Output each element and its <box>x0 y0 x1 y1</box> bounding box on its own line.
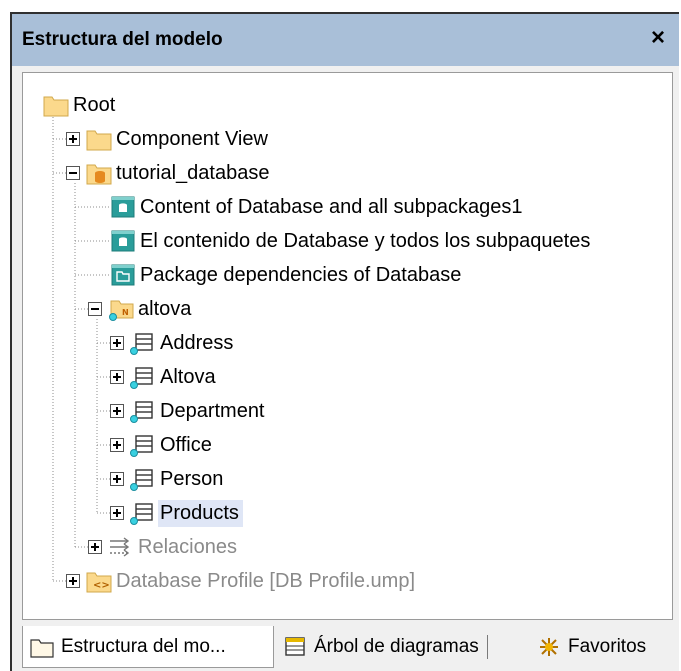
expand-toggle[interactable] <box>110 472 124 486</box>
tab-bar: Estructura del mo... Árbol de diagramas … <box>12 626 679 671</box>
tree-item-label: tutorial_database <box>116 161 270 184</box>
tree-item-table[interactable]: Address <box>110 328 233 358</box>
tree-item-label: Package dependencies of Database <box>140 263 462 286</box>
table-icon <box>130 365 156 389</box>
tab-label: Favoritos <box>568 636 647 657</box>
tree-item-table[interactable]: Altova <box>110 362 216 392</box>
tree-item-label: Root <box>73 93 116 116</box>
expand-toggle[interactable] <box>110 370 124 384</box>
database-diagram-icon <box>110 195 136 219</box>
tree-item-table[interactable]: Person <box>110 464 223 494</box>
expand-toggle[interactable] <box>110 404 124 418</box>
close-icon[interactable]: × <box>645 24 671 52</box>
tree-item-relations[interactable]: Relaciones <box>88 532 237 562</box>
tree-item-diagram-dependencies[interactable]: Package dependencies of Database <box>110 260 461 290</box>
profile-package-icon: <> <box>86 569 112 593</box>
folder-icon <box>86 127 112 151</box>
svg-text:N: N <box>122 308 129 317</box>
tree-item-label: Altova <box>160 365 216 388</box>
relations-icon <box>108 535 134 559</box>
table-icon <box>130 467 156 491</box>
tree-item-label: Office <box>160 433 212 456</box>
package-diagram-icon <box>110 263 136 287</box>
tree-item-table[interactable]: Office <box>110 430 212 460</box>
table-icon <box>130 501 156 525</box>
expand-toggle[interactable] <box>66 574 80 588</box>
expand-toggle[interactable] <box>66 132 80 146</box>
database-package-icon <box>86 161 112 185</box>
tab-diagram-tree[interactable]: Árbol de diagramas <box>282 626 488 668</box>
tree-item-label: Relaciones <box>138 535 237 558</box>
tree-item-label: Person <box>160 467 224 490</box>
tab-favorites[interactable]: Favoritos <box>536 626 646 668</box>
database-diagram-icon <box>110 229 136 253</box>
tree-item-label: Address <box>160 331 234 354</box>
expand-toggle[interactable] <box>110 506 124 520</box>
expand-toggle[interactable] <box>110 438 124 452</box>
folder-icon <box>29 635 55 659</box>
tree-item-label: Department <box>160 399 265 422</box>
expand-toggle[interactable] <box>110 336 124 350</box>
panel-titlebar: Estructura del modelo × <box>12 14 679 66</box>
panel-title: Estructura del modelo <box>22 29 223 50</box>
expand-toggle[interactable] <box>88 540 102 554</box>
namespace-package-icon: N <box>108 297 134 321</box>
tab-separator <box>486 635 488 659</box>
tab-label: Estructura del mo... <box>61 635 226 657</box>
tree-item-table[interactable]: Department <box>110 396 265 426</box>
tree-item-table-selected[interactable]: Products <box>110 498 243 528</box>
tree-item-component-view[interactable]: Component View <box>66 124 268 154</box>
tree-item-label: Products <box>158 499 243 527</box>
tree-item-altova[interactable]: N altova <box>88 294 191 324</box>
tree-item-label: Database Profile [DB Profile.ump] <box>116 569 416 592</box>
tree-item-tutorial-database[interactable]: tutorial_database <box>66 158 269 188</box>
collapse-toggle[interactable] <box>66 166 80 180</box>
svg-text:<>: <> <box>93 580 110 591</box>
tree-item-label: Content of Database and all subpackages1 <box>140 195 523 218</box>
tree-item-label: El contenido de Database y todos los sub… <box>140 229 591 252</box>
model-tree[interactable]: Root Component View tutorial_database Co… <box>22 72 673 620</box>
favorites-icon <box>536 635 562 659</box>
tree-item-diagram-content-1[interactable]: Content of Database and all subpackages1 <box>110 192 523 222</box>
table-icon <box>130 399 156 423</box>
table-icon <box>130 433 156 457</box>
tab-model-tree[interactable]: Estructura del mo... <box>22 626 274 668</box>
folder-icon <box>43 93 69 117</box>
tree-item-label: altova <box>138 297 192 320</box>
diagram-tree-icon <box>282 635 308 659</box>
tree-item-root[interactable]: Root <box>43 90 115 120</box>
model-tree-panel: Estructura del modelo × Root Component V… <box>10 12 679 671</box>
collapse-toggle[interactable] <box>88 302 102 316</box>
tree-item-diagram-content-2[interactable]: El contenido de Database y todos los sub… <box>110 226 590 256</box>
table-icon <box>130 331 156 355</box>
tree-item-database-profile[interactable]: <> Database Profile [DB Profile.ump] <box>66 566 415 596</box>
tree-item-label: Component View <box>116 127 268 150</box>
tab-label: Árbol de diagramas <box>314 636 479 657</box>
